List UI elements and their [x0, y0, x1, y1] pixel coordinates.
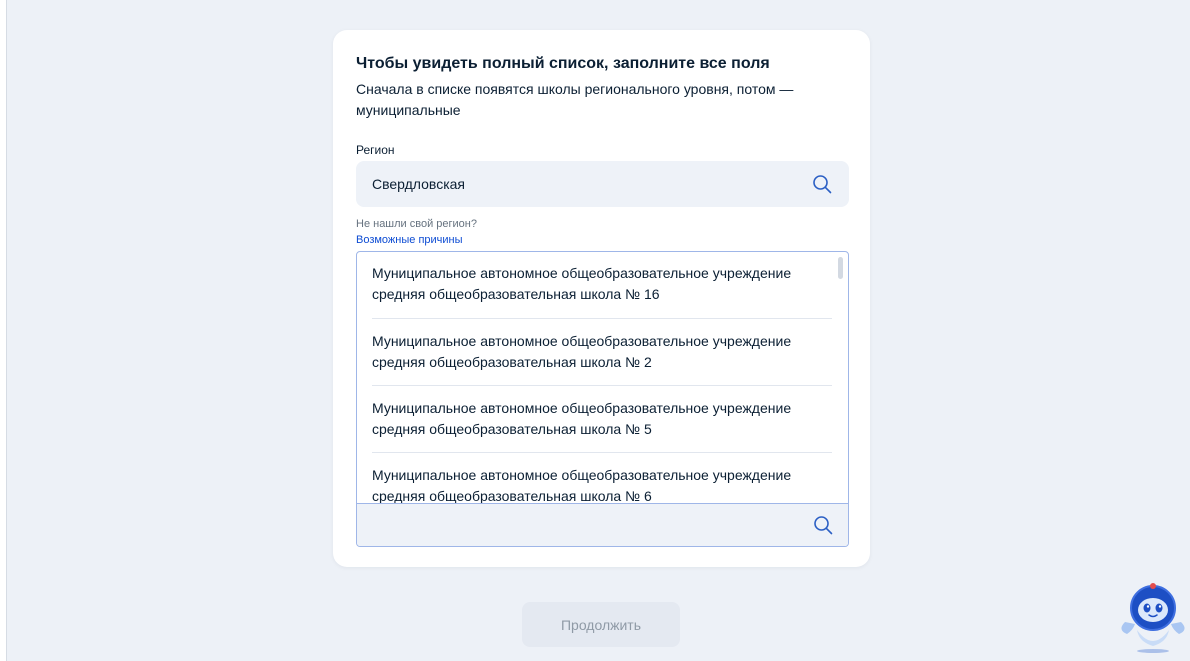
continue-button[interactable]: Продолжить: [522, 602, 680, 647]
school-dropdown: Муниципальное автономное общеобразовател…: [356, 251, 849, 547]
school-option[interactable]: Муниципальное автономное общеобразовател…: [372, 319, 832, 386]
left-panel-edge: [0, 0, 7, 661]
school-option[interactable]: Муниципальное автономное общеобразовател…: [372, 252, 832, 319]
region-field[interactable]: Свердловская: [356, 161, 849, 207]
search-icon[interactable]: [811, 173, 833, 195]
search-icon[interactable]: [812, 514, 834, 536]
region-value[interactable]: Свердловская: [372, 176, 811, 192]
card-title: Чтобы увидеть полный список, заполните в…: [356, 55, 770, 72]
robot-assistant-icon[interactable]: [1115, 580, 1190, 655]
card-subtitle: Сначала в списке появятся школы регионал…: [356, 81, 794, 118]
dropdown-scrollbar[interactable]: [838, 257, 843, 279]
region-hint: Не нашли свой регион?: [356, 218, 477, 230]
possible-reasons-link[interactable]: Возможные причины: [356, 233, 463, 247]
region-label: Регион: [356, 143, 395, 157]
school-selection-card: Чтобы увидеть полный список, заполните в…: [333, 30, 870, 567]
school-search-field[interactable]: [357, 503, 848, 546]
school-search-input[interactable]: [373, 517, 812, 533]
school-options-list[interactable]: Муниципальное автономное общеобразовател…: [357, 252, 848, 503]
school-option[interactable]: Муниципальное автономное общеобразовател…: [372, 453, 832, 503]
school-option[interactable]: Муниципальное автономное общеобразовател…: [372, 386, 832, 453]
